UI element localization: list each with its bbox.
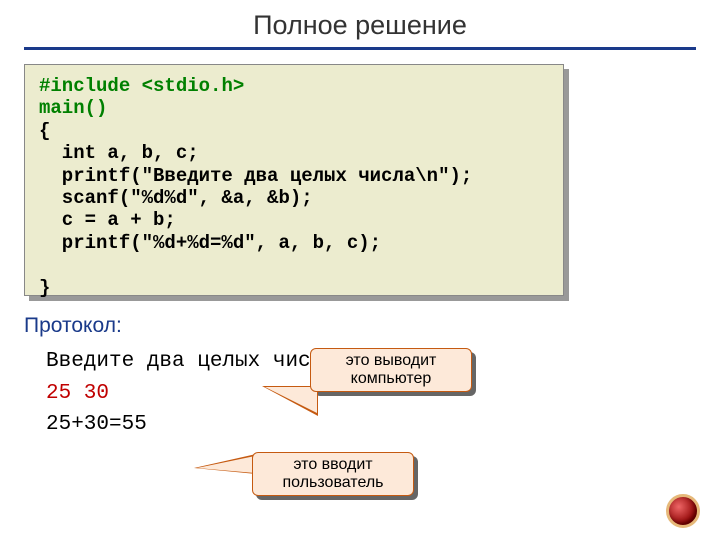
callout-computer-output: это выводит компьютер — [310, 348, 472, 392]
bullet-icon — [666, 494, 700, 528]
code-line: c = a + b; — [39, 209, 176, 231]
slide-title: Полное решение — [24, 10, 696, 41]
callout-text: это выводит компьютер — [310, 348, 472, 392]
protocol-heading: Протокол: — [24, 314, 696, 338]
title-rule — [24, 47, 696, 50]
code-line: int a, b, c; — [39, 142, 199, 164]
code-block: #include <stdio.h> main() { int a, b, c;… — [24, 64, 564, 296]
code-line: } — [39, 277, 50, 299]
code-line: scanf("%d%d", &a, &b); — [39, 187, 313, 209]
code-line: printf("Введите два целых числа\n"); — [39, 165, 472, 187]
callout-user-input: это вводит пользователь — [252, 452, 414, 496]
callout-text: это вводит пользователь — [252, 452, 414, 496]
code-include-header: <stdio.h> — [142, 75, 245, 97]
code-line: printf("%d+%d=%d", a, b, c); — [39, 232, 381, 254]
protocol-result: 25+30=55 — [46, 409, 696, 441]
code-line: { — [39, 120, 50, 142]
code-main: main() — [39, 97, 107, 119]
code-include-kw: #include — [39, 75, 142, 97]
